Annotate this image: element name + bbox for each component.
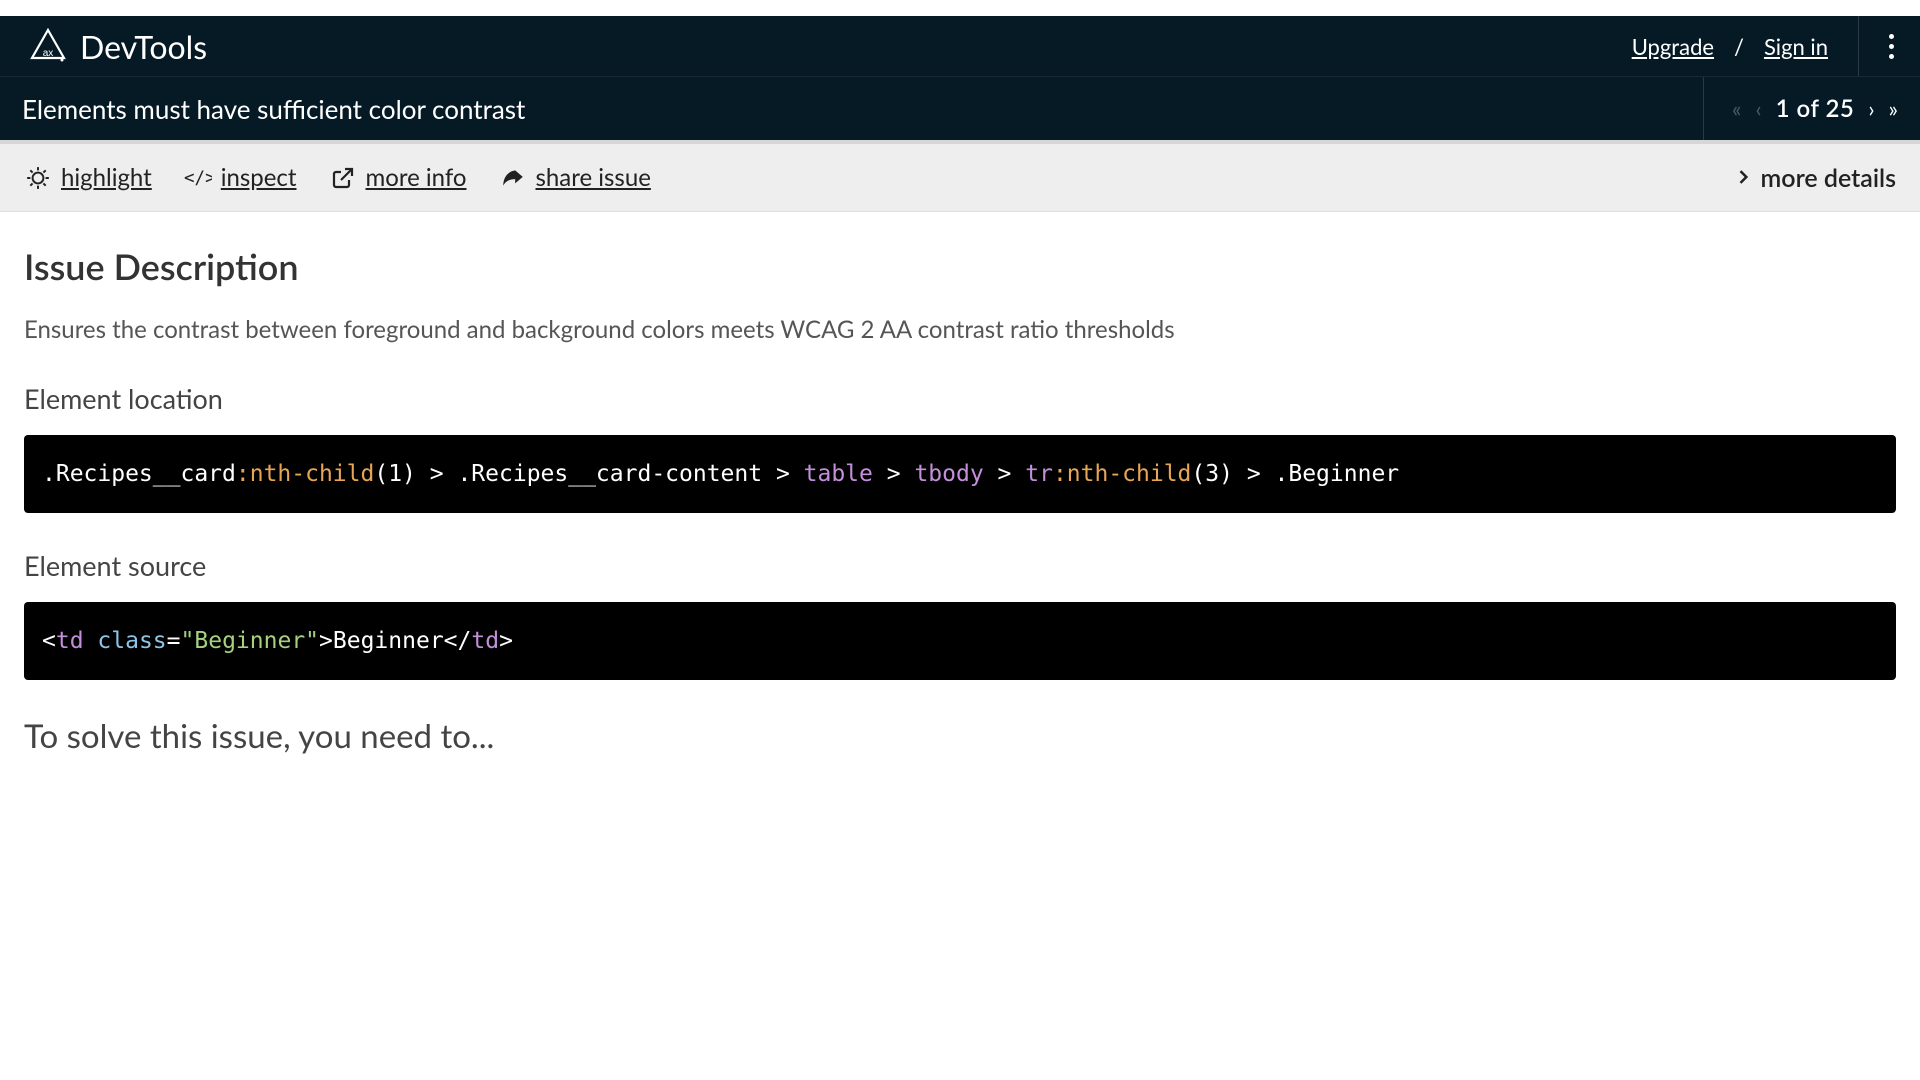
highlight-button[interactable]: highlight (24, 163, 152, 192)
issue-title-bar: Elements must have sufficient color cont… (0, 76, 1920, 144)
issue-content: Issue Description Ensures the contrast b… (0, 212, 1920, 788)
share-icon (499, 164, 527, 192)
header-separator: / (1734, 33, 1744, 60)
issue-description-text: Ensures the contrast between foreground … (24, 312, 1896, 348)
inspect-button[interactable]: </> inspect (184, 163, 297, 192)
element-location-code[interactable]: .Recipes__card:nth-child(1) > .Recipes__… (24, 435, 1896, 513)
svg-text:ax: ax (43, 48, 54, 59)
solve-heading: To solve this issue, you need to... (24, 716, 1896, 756)
share-issue-button[interactable]: share issue (499, 163, 651, 192)
pager-prev-icon[interactable]: ‹ (1755, 95, 1761, 122)
more-details-button[interactable]: more details (1733, 163, 1896, 193)
share-issue-label: share issue (536, 163, 651, 192)
element-location-heading: Element location (24, 382, 1896, 415)
highlight-label: highlight (61, 163, 152, 192)
element-source-code[interactable]: <td class="Beginner">Beginner</td> (24, 602, 1896, 680)
more-details-label: more details (1761, 163, 1896, 193)
pager-first-icon[interactable]: « (1732, 95, 1741, 122)
pager-last-icon[interactable]: » (1889, 95, 1898, 122)
issue-pager: « ‹ 1 of 25 › » (1703, 77, 1898, 140)
chevron-right-icon (1733, 163, 1753, 193)
issue-description-heading: Issue Description (24, 244, 1896, 288)
inspect-label: inspect (221, 163, 297, 192)
svg-text:</>: </> (184, 168, 212, 188)
more-info-button[interactable]: more info (329, 163, 467, 192)
signin-link[interactable]: Sign in (1764, 33, 1828, 60)
highlight-icon (24, 164, 52, 192)
axe-logo-icon: ax (28, 26, 68, 66)
app-header: ax DevTools Upgrade / Sign in (0, 0, 1920, 76)
external-link-icon (329, 164, 357, 192)
header-right: Upgrade / Sign in (1632, 16, 1900, 76)
issue-title: Elements must have sufficient color cont… (22, 93, 525, 125)
upgrade-link[interactable]: Upgrade (1632, 33, 1714, 60)
header-left: ax DevTools (28, 26, 207, 66)
kebab-wrap (1858, 16, 1900, 76)
action-toolbar: highlight </> inspect more info (0, 144, 1920, 212)
pager-next-icon[interactable]: › (1868, 95, 1874, 122)
pager-text: 1 of 25 (1776, 94, 1855, 123)
logo-text: DevTools (80, 27, 207, 66)
more-info-label: more info (366, 163, 467, 192)
toolbar-left: highlight </> inspect more info (24, 163, 651, 192)
more-menu-button[interactable] (1883, 28, 1900, 65)
inspect-icon: </> (184, 164, 212, 192)
element-source-heading: Element source (24, 549, 1896, 582)
